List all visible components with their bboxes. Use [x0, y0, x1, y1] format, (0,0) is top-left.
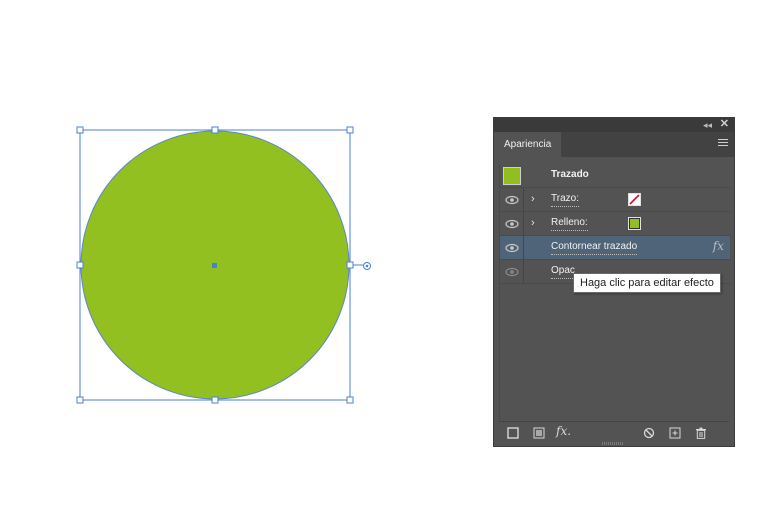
- new-stroke-icon[interactable]: [507, 426, 519, 439]
- widget-dot: [365, 264, 369, 268]
- handle-bottom-right[interactable]: [346, 396, 354, 404]
- fx-icon[interactable]: fx: [713, 239, 724, 253]
- object-thumbnail: [503, 167, 521, 185]
- eye-icon[interactable]: [504, 265, 520, 279]
- stroke-row[interactable]: › Trazo:: [500, 188, 730, 212]
- clear-icon[interactable]: [643, 426, 655, 439]
- handle-top-middle[interactable]: [211, 126, 219, 134]
- eye-icon[interactable]: [504, 217, 520, 231]
- eye-icon[interactable]: [504, 193, 520, 207]
- collapse-icon[interactable]: ◂◂: [703, 119, 712, 131]
- close-icon[interactable]: ✕: [720, 118, 729, 131]
- handle-bottom-left[interactable]: [76, 396, 84, 404]
- handle-middle-right[interactable]: [346, 261, 354, 269]
- duplicate-icon[interactable]: [669, 426, 681, 439]
- panel-bottom-toolbar: fx.: [499, 421, 729, 442]
- stroke-swatch[interactable]: [628, 193, 641, 206]
- tab-label: Apariencia: [504, 139, 552, 150]
- effect-label[interactable]: Contornear trazado: [551, 240, 638, 255]
- handle-middle-left[interactable]: [76, 261, 84, 269]
- handle-top-right[interactable]: [346, 126, 354, 134]
- stroke-label[interactable]: Trazo:: [551, 192, 579, 207]
- fill-swatch[interactable]: [628, 217, 641, 230]
- handle-bottom-middle[interactable]: [211, 396, 219, 404]
- tab-apariencia[interactable]: Apariencia: [494, 132, 562, 157]
- fill-row[interactable]: › Relleno:: [500, 212, 730, 236]
- object-label: Trazado: [551, 169, 589, 180]
- chevron-right-icon[interactable]: ›: [531, 192, 535, 206]
- resize-grip[interactable]: [602, 442, 624, 445]
- new-fill-icon[interactable]: [533, 426, 545, 439]
- object-row[interactable]: Trazado: [500, 164, 730, 188]
- delete-icon[interactable]: [695, 426, 707, 439]
- opacity-label[interactable]: Opac: [551, 264, 575, 279]
- panel-title-bar[interactable]: ◂◂ ✕: [494, 118, 734, 132]
- fill-label[interactable]: Relleno:: [551, 216, 588, 231]
- chevron-right-icon[interactable]: ›: [531, 216, 535, 230]
- center-point: [212, 263, 217, 268]
- add-effect-icon[interactable]: fx.: [556, 424, 576, 438]
- menu-icon[interactable]: [718, 139, 728, 149]
- handle-top-left[interactable]: [76, 126, 84, 134]
- eye-icon[interactable]: [504, 241, 520, 255]
- panel-tab-bar: Apariencia: [494, 132, 734, 157]
- effect-row-contornear[interactable]: Contornear trazado fx: [500, 236, 730, 260]
- tooltip: Haga clic para editar efecto: [573, 273, 721, 293]
